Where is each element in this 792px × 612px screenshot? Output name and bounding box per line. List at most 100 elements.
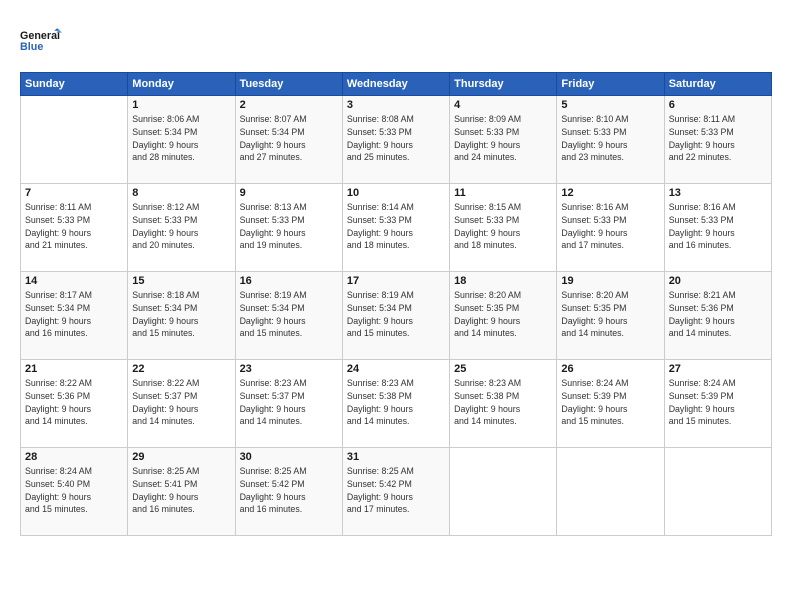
- header-tuesday: Tuesday: [235, 73, 342, 96]
- day-cell: 2 Sunrise: 8:07 AMSunset: 5:34 PMDaylight…: [235, 96, 342, 184]
- day-number: 27: [669, 363, 767, 375]
- day-detail: Sunrise: 8:11 AMSunset: 5:33 PMDaylight:…: [25, 201, 123, 252]
- day-cell: 29Sunrise: 8:25 AMSunset: 5:41 PMDayligh…: [128, 448, 235, 536]
- day-cell: [557, 448, 664, 536]
- day-number: 13: [669, 187, 767, 199]
- day-number: 26: [561, 363, 659, 375]
- svg-text:General: General: [20, 30, 60, 42]
- day-detail: Sunrise: 8:23 AMSunset: 5:38 PMDaylight:…: [454, 377, 552, 428]
- day-detail: Sunrise: 8:25 AMSunset: 5:42 PMDaylight:…: [347, 465, 445, 516]
- day-number: 5: [561, 99, 659, 111]
- day-cell: 25Sunrise: 8:23 AMSunset: 5:38 PMDayligh…: [450, 360, 557, 448]
- day-detail: Sunrise: 8:21 AMSunset: 5:36 PMDaylight:…: [669, 289, 767, 340]
- day-detail: Sunrise: 8:22 AMSunset: 5:37 PMDaylight:…: [132, 377, 230, 428]
- logo: General Blue: [20, 18, 64, 62]
- day-number: 21: [25, 363, 123, 375]
- day-number: 19: [561, 275, 659, 287]
- day-number: 15: [132, 275, 230, 287]
- day-cell: 4Sunrise: 8:09 AMSunset: 5:33 PMDaylight…: [450, 96, 557, 184]
- day-number: 11: [454, 187, 552, 199]
- day-number: 23: [240, 363, 338, 375]
- week-row-4: 21 Sunrise: 8:22 AMSunset: 5:36 PMDayligh…: [21, 360, 772, 448]
- header-sunday: Sunday: [21, 73, 128, 96]
- day-number: 4: [454, 99, 552, 111]
- day-cell: 22 Sunrise: 8:22 AMSunset: 5:37 PMDayligh…: [128, 360, 235, 448]
- day-detail: Sunrise: 8:22 AMSunset: 5:36 PMDaylight:…: [25, 377, 123, 428]
- day-number: 31: [347, 451, 445, 463]
- day-detail: Sunrise: 8:20 AMSunset: 5:35 PMDaylight:…: [454, 289, 552, 340]
- page: General Blue SundayMondayTuesdayWednesda…: [0, 0, 792, 612]
- day-number: 2: [240, 99, 338, 111]
- day-number: 6: [669, 99, 767, 111]
- day-cell: 20 Sunrise: 8:21 AMSunset: 5:36 PMDayligh…: [664, 272, 771, 360]
- header-row: SundayMondayTuesdayWednesdayThursdayFrid…: [21, 73, 772, 96]
- day-number: 22: [132, 363, 230, 375]
- day-number: 28: [25, 451, 123, 463]
- day-detail: Sunrise: 8:15 AMSunset: 5:33 PMDaylight:…: [454, 201, 552, 252]
- day-number: 3: [347, 99, 445, 111]
- day-cell: 9 Sunrise: 8:13 AMSunset: 5:33 PMDaylight…: [235, 184, 342, 272]
- day-detail: Sunrise: 8:16 AMSunset: 5:33 PMDaylight:…: [561, 201, 659, 252]
- header-monday: Monday: [128, 73, 235, 96]
- day-cell: 13 Sunrise: 8:16 AMSunset: 5:33 PMDayligh…: [664, 184, 771, 272]
- day-cell: 31 Sunrise: 8:25 AMSunset: 5:42 PMDayligh…: [342, 448, 449, 536]
- day-number: 20: [669, 275, 767, 287]
- header-friday: Friday: [557, 73, 664, 96]
- day-number: 9: [240, 187, 338, 199]
- day-cell: 19Sunrise: 8:20 AMSunset: 5:35 PMDayligh…: [557, 272, 664, 360]
- day-cell: [664, 448, 771, 536]
- day-cell: 18Sunrise: 8:20 AMSunset: 5:35 PMDayligh…: [450, 272, 557, 360]
- day-cell: 28Sunrise: 8:24 AMSunset: 5:40 PMDayligh…: [21, 448, 128, 536]
- header-wednesday: Wednesday: [342, 73, 449, 96]
- day-cell: 7Sunrise: 8:11 AMSunset: 5:33 PMDaylight…: [21, 184, 128, 272]
- day-cell: 24 Sunrise: 8:23 AMSunset: 5:38 PMDayligh…: [342, 360, 449, 448]
- day-detail: Sunrise: 8:06 AMSunset: 5:34 PMDaylight:…: [132, 113, 230, 164]
- day-number: 16: [240, 275, 338, 287]
- day-detail: Sunrise: 8:18 AMSunset: 5:34 PMDaylight:…: [132, 289, 230, 340]
- day-cell: 12 Sunrise: 8:16 AMSunset: 5:33 PMDayligh…: [557, 184, 664, 272]
- day-cell: 17Sunrise: 8:19 AMSunset: 5:34 PMDayligh…: [342, 272, 449, 360]
- day-cell: 23 Sunrise: 8:23 AMSunset: 5:37 PMDayligh…: [235, 360, 342, 448]
- day-cell: 3Sunrise: 8:08 AMSunset: 5:33 PMDaylight…: [342, 96, 449, 184]
- day-cell: 26Sunrise: 8:24 AMSunset: 5:39 PMDayligh…: [557, 360, 664, 448]
- day-cell: 27Sunrise: 8:24 AMSunset: 5:39 PMDayligh…: [664, 360, 771, 448]
- day-cell: 8 Sunrise: 8:12 AMSunset: 5:33 PMDaylight…: [128, 184, 235, 272]
- day-cell: 5Sunrise: 8:10 AMSunset: 5:33 PMDaylight…: [557, 96, 664, 184]
- day-cell: [450, 448, 557, 536]
- day-detail: Sunrise: 8:25 AMSunset: 5:42 PMDaylight:…: [240, 465, 338, 516]
- day-detail: Sunrise: 8:19 AMSunset: 5:34 PMDaylight:…: [240, 289, 338, 340]
- day-number: 29: [132, 451, 230, 463]
- day-detail: Sunrise: 8:16 AMSunset: 5:33 PMDaylight:…: [669, 201, 767, 252]
- day-detail: Sunrise: 8:07 AMSunset: 5:34 PMDaylight:…: [240, 113, 338, 164]
- day-cell: 14 Sunrise: 8:17 AMSunset: 5:34 PMDayligh…: [21, 272, 128, 360]
- day-detail: Sunrise: 8:13 AMSunset: 5:33 PMDaylight:…: [240, 201, 338, 252]
- svg-text:Blue: Blue: [20, 41, 43, 53]
- day-cell: 1Sunrise: 8:06 AMSunset: 5:34 PMDaylight…: [128, 96, 235, 184]
- day-detail: Sunrise: 8:23 AMSunset: 5:38 PMDaylight:…: [347, 377, 445, 428]
- day-number: 8: [132, 187, 230, 199]
- logo-svg: General Blue: [20, 18, 64, 62]
- day-number: 14: [25, 275, 123, 287]
- day-number: 24: [347, 363, 445, 375]
- day-number: 30: [240, 451, 338, 463]
- day-number: 10: [347, 187, 445, 199]
- header: General Blue: [20, 18, 772, 62]
- day-detail: Sunrise: 8:23 AMSunset: 5:37 PMDaylight:…: [240, 377, 338, 428]
- day-detail: Sunrise: 8:14 AMSunset: 5:33 PMDaylight:…: [347, 201, 445, 252]
- day-cell: 21 Sunrise: 8:22 AMSunset: 5:36 PMDayligh…: [21, 360, 128, 448]
- header-saturday: Saturday: [664, 73, 771, 96]
- week-row-1: 1Sunrise: 8:06 AMSunset: 5:34 PMDaylight…: [21, 96, 772, 184]
- day-cell: 6 Sunrise: 8:11 AMSunset: 5:33 PMDaylight…: [664, 96, 771, 184]
- day-cell: 15 Sunrise: 8:18 AMSunset: 5:34 PMDayligh…: [128, 272, 235, 360]
- day-detail: Sunrise: 8:11 AMSunset: 5:33 PMDaylight:…: [669, 113, 767, 164]
- day-cell: 10 Sunrise: 8:14 AMSunset: 5:33 PMDayligh…: [342, 184, 449, 272]
- day-cell: 16 Sunrise: 8:19 AMSunset: 5:34 PMDayligh…: [235, 272, 342, 360]
- day-detail: Sunrise: 8:17 AMSunset: 5:34 PMDaylight:…: [25, 289, 123, 340]
- day-detail: Sunrise: 8:12 AMSunset: 5:33 PMDaylight:…: [132, 201, 230, 252]
- calendar-table: SundayMondayTuesdayWednesdayThursdayFrid…: [20, 72, 772, 536]
- day-number: 12: [561, 187, 659, 199]
- day-cell: 30 Sunrise: 8:25 AMSunset: 5:42 PMDayligh…: [235, 448, 342, 536]
- header-thursday: Thursday: [450, 73, 557, 96]
- day-number: 17: [347, 275, 445, 287]
- week-row-2: 7Sunrise: 8:11 AMSunset: 5:33 PMDaylight…: [21, 184, 772, 272]
